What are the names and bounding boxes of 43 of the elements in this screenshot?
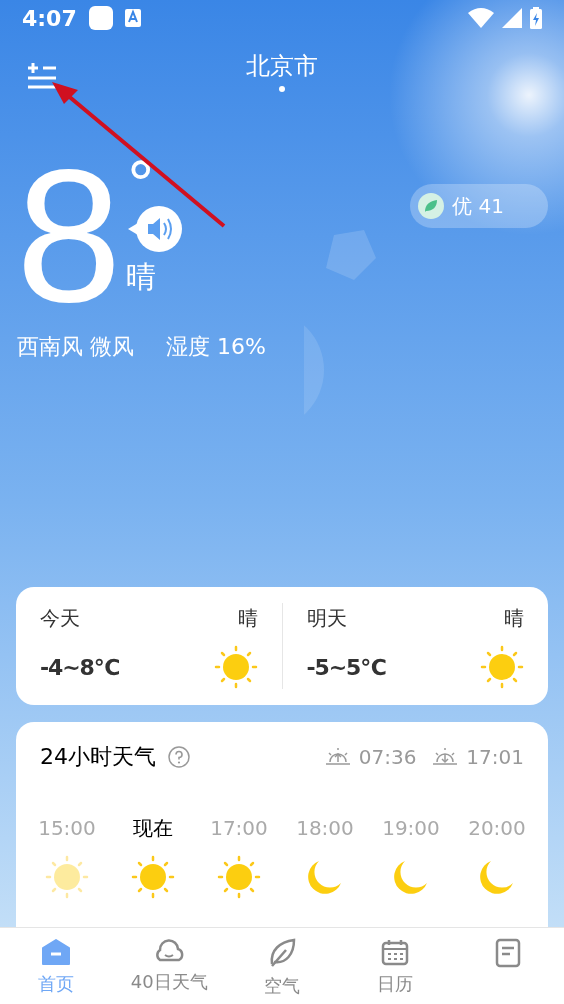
aqi-badge[interactable]: 优 41	[410, 184, 548, 228]
city-name[interactable]: 北京市	[246, 54, 318, 78]
calendar-icon	[380, 938, 409, 966]
temperature-range: -5~5℃	[306, 653, 386, 682]
home-icon	[41, 938, 72, 966]
clock: 4:07	[22, 4, 77, 33]
hour-label: 20:00	[468, 815, 526, 842]
hour-label: 15:00	[38, 815, 96, 842]
section-title: 24小时天气	[40, 743, 156, 771]
temperature-range: -4~8℃	[40, 653, 120, 682]
day-label: 明天	[306, 605, 347, 632]
nav-tab[interactable]: 日历	[338, 928, 452, 1004]
hour-label: 18:00	[296, 815, 354, 842]
notification-icon	[88, 6, 113, 30]
weather-condition: 晴	[125, 262, 156, 292]
wind-info: 西南风 微风	[17, 333, 134, 361]
day-condition: 晴	[237, 605, 258, 632]
note-icon	[494, 938, 521, 968]
menu-icon[interactable]	[28, 60, 58, 90]
nav-tab[interactable]: 40日天气	[112, 928, 226, 1004]
sun-icon	[213, 645, 258, 689]
hour-label: 17:00	[210, 815, 268, 842]
humidity-info: 湿度 16%	[166, 333, 266, 361]
temperature: 8	[16, 160, 122, 310]
sunrise-icon	[324, 746, 351, 767]
sunrise-time: 07:36	[358, 743, 417, 771]
help-icon[interactable]	[168, 745, 190, 768]
sunset-time: 17:01	[466, 743, 524, 771]
hour-label: 现在	[133, 815, 173, 842]
battery-icon	[530, 7, 542, 29]
sun-icon	[480, 645, 524, 689]
nav-tab[interactable]: 首页	[0, 928, 113, 1004]
sunset-icon	[432, 746, 459, 767]
app-icon	[124, 9, 141, 27]
day-label: 今天	[40, 605, 80, 632]
nav-tab[interactable]: 空气	[225, 928, 339, 1004]
day-condition: 晴	[504, 605, 524, 632]
leaf-icon	[268, 938, 296, 968]
leaf-icon	[418, 193, 445, 219]
signal-icon	[502, 8, 522, 28]
hour-label: 19:00	[382, 815, 440, 842]
wifi-icon	[468, 8, 494, 28]
aqi-value: 优 41	[452, 193, 504, 220]
